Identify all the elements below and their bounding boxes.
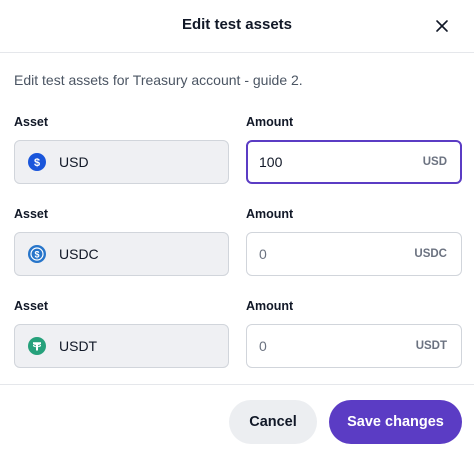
cancel-button[interactable]: Cancel <box>229 400 317 444</box>
amount-column: Amount USDC <box>246 207 462 276</box>
amount-field-usdt[interactable]: USDT <box>246 324 462 368</box>
amount-column: Amount USDT <box>246 299 462 368</box>
svg-text:$: $ <box>34 157 40 169</box>
amount-label: Amount <box>246 115 294 129</box>
amount-unit: USDC <box>414 248 447 260</box>
asset-field-usd: $ USD <box>14 140 229 184</box>
asset-row-usd: Asset $ USD Amount USD <box>14 115 462 187</box>
asset-column: Asset $ USDC <box>14 207 229 276</box>
asset-name: USD <box>59 154 89 170</box>
amount-unit: USDT <box>415 340 447 352</box>
amount-input-usd[interactable] <box>259 154 423 170</box>
modal-header: Edit test assets <box>0 0 474 53</box>
close-button[interactable] <box>430 14 454 38</box>
amount-column: Amount USD <box>246 115 462 184</box>
amount-label: Amount <box>246 207 294 221</box>
amount-field-usdc[interactable]: USDC <box>246 232 462 276</box>
modal-description: Edit test assets for Treasury account - … <box>14 72 303 88</box>
asset-label: Asset <box>14 115 49 129</box>
asset-row-usdc: Asset $ USDC Amount USDC <box>14 207 462 279</box>
close-icon <box>436 20 448 32</box>
amount-label: Amount <box>246 299 294 313</box>
asset-field-usdt: USDT <box>14 324 229 368</box>
amount-unit: USD <box>422 156 447 168</box>
save-changes-button[interactable]: Save changes <box>329 400 462 444</box>
asset-name: USDC <box>59 246 99 262</box>
asset-row-usdt: Asset USDT Amount USDT <box>14 299 462 371</box>
asset-name: USDT <box>59 338 98 354</box>
asset-label: Asset <box>14 207 49 221</box>
edit-test-assets-modal: Edit test assets Edit test assets for Tr… <box>0 0 474 452</box>
asset-column: Asset $ USD <box>14 115 229 184</box>
usdc-coin-icon: $ <box>28 245 46 263</box>
usdt-coin-icon <box>28 337 46 355</box>
amount-field-usd[interactable]: USD <box>246 140 462 184</box>
usd-coin-icon: $ <box>28 153 46 171</box>
modal-footer: Cancel Save changes <box>0 384 474 452</box>
amount-input-usdc[interactable] <box>259 246 415 262</box>
amount-input-usdt[interactable] <box>259 338 416 354</box>
asset-column: Asset USDT <box>14 299 229 368</box>
asset-label: Asset <box>14 299 49 313</box>
modal-title: Edit test assets <box>181 16 293 33</box>
svg-text:$: $ <box>34 250 39 260</box>
asset-field-usdc: $ USDC <box>14 232 229 276</box>
